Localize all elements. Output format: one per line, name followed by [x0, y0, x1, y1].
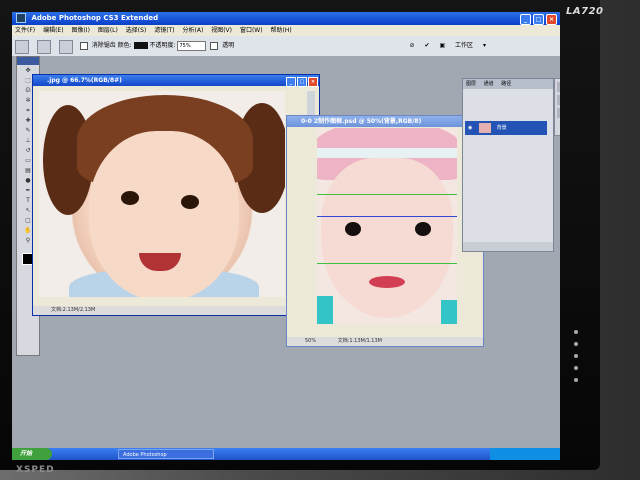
maximize-icon[interactable]: □	[297, 77, 307, 87]
minimize-icon[interactable]: _	[520, 14, 531, 25]
doc2-titlebar[interactable]: 0-0 2制作图框.psd @ 50%(背景,RGB/8)	[287, 116, 483, 127]
transparency-checkbox[interactable]	[210, 41, 219, 50]
menu-image[interactable]: 图像(I)	[71, 27, 89, 34]
maximize-icon[interactable]: □	[533, 14, 544, 25]
menu-help[interactable]: 帮助(H)	[270, 27, 291, 34]
eye-shape	[181, 195, 199, 209]
menu-select[interactable]: 选择(S)	[126, 27, 147, 34]
doc2-size: 文档:1.13M/1.13M	[337, 338, 382, 344]
minimize-icon[interactable]: _	[286, 77, 296, 87]
guide-line[interactable]	[317, 216, 457, 217]
photo-canvas-2[interactable]	[317, 128, 457, 324]
face-shape	[89, 131, 239, 297]
eye-shape	[415, 222, 431, 236]
menu-file[interactable]: 文件(F)	[15, 27, 35, 34]
start-button[interactable]: 开始	[12, 448, 52, 460]
tool-preset-icon[interactable]	[36, 40, 51, 54]
monitor-brand: LA720	[566, 6, 604, 17]
toolbox-header[interactable]	[17, 57, 39, 65]
opacity-field[interactable]: 75%	[177, 40, 207, 51]
dock-button[interactable]	[557, 108, 560, 118]
menu-layer[interactable]: 图层(L)	[98, 27, 118, 34]
tab-channels[interactable]: 通道	[484, 81, 494, 87]
menu-filter[interactable]: 滤镜(T)	[154, 27, 174, 34]
eye-shape	[121, 191, 139, 205]
chevron-down-icon[interactable]: ▾	[483, 36, 486, 56]
tab-layers[interactable]: 图层	[466, 81, 476, 87]
guide-line[interactable]	[317, 194, 457, 195]
color-label: 颜色:	[117, 42, 132, 49]
taskbar: 开始 Adobe Photoshop	[12, 448, 560, 460]
app-title: Adobe Photoshop CS3 Extended	[31, 14, 159, 22]
system-tray	[490, 448, 560, 460]
layer-name: 背景	[496, 125, 507, 131]
close-icon[interactable]: ×	[546, 14, 557, 25]
options-bar: 消除锯齿 颜色: 不透明度: 75% 透明 ⊘ ✔ ▣ 工作区 ▾	[12, 36, 560, 57]
power-button[interactable]	[574, 378, 578, 382]
panel-tabs: 图层 通道 路径	[463, 79, 553, 89]
crop-tool-icon[interactable]	[15, 40, 29, 54]
doc1-titlebar[interactable]: .jpg @ 66.7%(RGB/8#) _ □ ×	[33, 75, 319, 87]
panel-footer	[463, 242, 553, 251]
face-shape	[321, 158, 453, 318]
transparency-label: 透明	[222, 42, 235, 49]
app-titlebar: Adobe Photoshop CS3 Extended _ □ ×	[12, 12, 560, 25]
doc2-status: 50% 文档:1.13M/1.13M	[287, 337, 483, 346]
monitor: LA720 XSPED Adobe Photoshop CS3 Extended…	[0, 0, 603, 475]
menu-analysis[interactable]: 分析(A)	[183, 27, 204, 34]
mode-icon[interactable]	[58, 40, 73, 54]
dock-button[interactable]	[557, 95, 560, 105]
doc2-title: 0-0 2制作图框.psd @ 50%(背景,RGB/8)	[301, 118, 422, 125]
tab-paths[interactable]: 路径	[501, 81, 511, 87]
workspace-button[interactable]: 工作区	[455, 36, 473, 56]
button-dot[interactable]	[574, 342, 578, 346]
photo-canvas-1[interactable]	[39, 91, 285, 297]
doc2-zoom[interactable]: 50%	[305, 338, 316, 344]
doc1-status: 文档:2.13M/2.13M	[33, 306, 319, 315]
workspace-icon[interactable]: ▣	[439, 36, 445, 56]
document-window-1: .jpg @ 66.7%(RGB/8#) _ □ × 文档:2.13M/2.13M	[32, 74, 320, 316]
antialias-label: 消除锯齿	[91, 42, 116, 49]
menu-edit[interactable]: 编辑(E)	[43, 27, 63, 34]
frame-corner	[441, 300, 457, 324]
menu-view[interactable]: 视图(V)	[211, 27, 232, 34]
close-icon[interactable]: ×	[308, 77, 318, 87]
document-window-2: 0-0 2制作图框.psd @ 50%(背景,RGB/8) 50% 文档:1.1…	[286, 115, 484, 347]
dock-button[interactable]	[557, 82, 560, 92]
options-right: ⊘ ✔ ▣ 工作区 ▾	[406, 36, 490, 56]
hat-brim-shape	[317, 148, 457, 158]
eye-shape	[345, 222, 361, 236]
layer-thumbnail	[479, 122, 491, 133]
color-swatch[interactable]	[133, 42, 148, 49]
commit-icon[interactable]: ✔	[425, 36, 430, 56]
guide-line[interactable]	[317, 263, 457, 264]
frame-corner	[317, 296, 333, 324]
monitor-buttons	[566, 330, 586, 450]
monitor-logo: XSPED	[16, 465, 55, 475]
button-dot[interactable]	[574, 366, 578, 370]
layers-panel: 图层 通道 路径 ◉ 背景	[462, 78, 554, 252]
ps-icon	[16, 13, 26, 23]
screen: Adobe Photoshop CS3 Extended _ □ × 文件(F)…	[12, 12, 560, 460]
menu-window[interactable]: 窗口(W)	[240, 27, 263, 34]
mini-panel-dock	[554, 78, 560, 136]
button-dot[interactable]	[574, 330, 578, 334]
button-dot[interactable]	[574, 354, 578, 358]
antialias-checkbox[interactable]	[79, 41, 88, 50]
opacity-label: 不透明度:	[149, 42, 176, 49]
cancel-icon[interactable]: ⊘	[410, 36, 415, 56]
layer-row[interactable]: ◉ 背景	[465, 121, 547, 135]
menu-bar: 文件(F) 编辑(E) 图像(I) 图层(L) 选择(S) 滤镜(T) 分析(A…	[12, 25, 560, 36]
mouth-shape	[369, 276, 405, 288]
doc1-title: .jpg @ 66.7%(RGB/8#)	[47, 77, 122, 84]
taskbar-item-photoshop[interactable]: Adobe Photoshop	[118, 449, 214, 459]
eye-icon[interactable]: ◉	[468, 121, 472, 135]
